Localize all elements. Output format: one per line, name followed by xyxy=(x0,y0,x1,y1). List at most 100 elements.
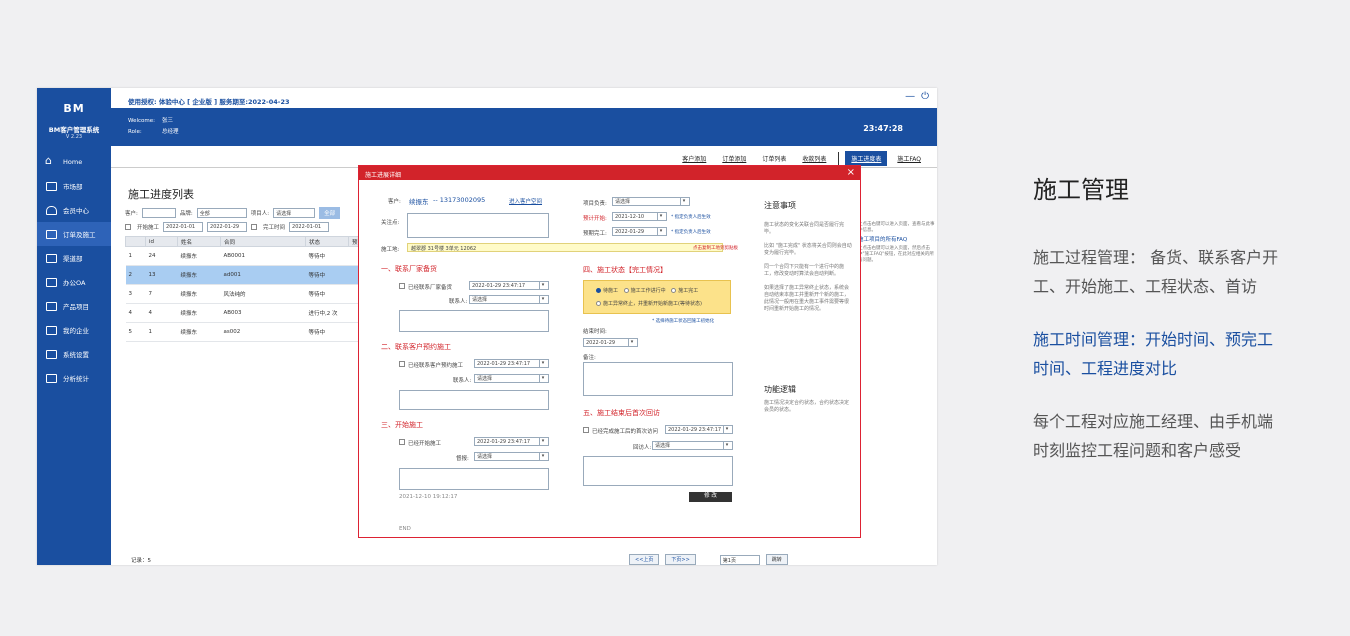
s2-contact-select[interactable]: 请选择 ▾ xyxy=(474,374,549,383)
visitor-label: 回访人: xyxy=(633,445,652,451)
s2-date-select[interactable]: 2022-01-29 23:47:17 ▾ xyxy=(474,359,549,368)
tab-payment-list[interactable]: 收款列表 xyxy=(796,151,832,166)
table-row[interactable]: 1 24 续振东 AB0001 等待中 xyxy=(125,246,365,266)
channel-icon xyxy=(46,253,57,263)
address-field[interactable]: 越翠郡 31号楼 3单元 12062 xyxy=(407,243,723,252)
customer-input[interactable] xyxy=(141,208,176,218)
finish-from-date[interactable]: 2022-01-01 xyxy=(289,222,330,232)
sidebar-item-products[interactable]: 产品项目 xyxy=(37,294,111,318)
sidebar-item-label: 市场部 xyxy=(63,183,83,191)
power-icon[interactable]: ⏻ xyxy=(921,91,929,102)
attention-textarea[interactable] xyxy=(407,213,549,238)
cell-contract: ad001 xyxy=(220,265,306,285)
end-time-select[interactable]: 2022-01-29 ▾ xyxy=(583,338,638,347)
dialog-header: 施工进展详细 × xyxy=(359,166,860,180)
visitor-select[interactable]: 请选择 ▾ xyxy=(652,441,733,450)
sidebar-item-members[interactable]: 会员中心 xyxy=(37,198,111,222)
feature-title: 施工管理 xyxy=(1033,176,1129,204)
table-row[interactable]: 3 7 续振东 风法纯的 等待中 xyxy=(125,284,365,304)
close-icon[interactable]: × xyxy=(847,167,855,178)
enter-customer-space-link[interactable]: 进入客户空间 xyxy=(509,197,542,205)
status-done-option[interactable]: 施工完工 xyxy=(671,288,698,294)
radio-icon xyxy=(623,288,629,293)
save-button[interactable]: 修 改 xyxy=(689,492,732,502)
sidebar-item-company[interactable]: 我的企业 xyxy=(37,318,111,342)
s2-checkbox[interactable] xyxy=(399,361,405,367)
all-button[interactable]: 全部 xyxy=(319,207,341,219)
page-select[interactable]: 第1页 xyxy=(719,554,760,565)
plan-end-select[interactable]: 2022-01-29 ▾ xyxy=(612,227,667,236)
chevron-down-icon: ▾ xyxy=(723,426,730,433)
tab-order-add[interactable]: 订单添加 xyxy=(716,151,752,166)
end-marker: END xyxy=(399,526,411,532)
chevron-down-icon: ▾ xyxy=(539,296,546,303)
sidebar-item-label: 订单及施工 xyxy=(63,231,96,239)
s2-notes-textarea[interactable] xyxy=(399,390,549,410)
manager-label: 项目人: xyxy=(250,211,270,217)
feature-para-mobile: 每个工程对应施工经理、由手机端时刻监控工程问题和客户感受 xyxy=(1033,412,1274,460)
tab-order-list[interactable]: 订单列表 xyxy=(756,151,792,166)
tab-customer-add[interactable]: 客户添加 xyxy=(676,151,712,166)
s3-notes-textarea[interactable] xyxy=(399,468,549,490)
s3-checkbox[interactable] xyxy=(399,439,405,445)
app-window: BM BM客户管理系统 V 2.23 Home 市场部 会员中心 订单及施工 渠… xyxy=(37,88,937,565)
construction-detail-dialog: 施工进展详细 × 客户: 续振东 -- 13173002095 进入客户空间 关… xyxy=(358,165,861,538)
start-to-date[interactable]: 2022-01-29 xyxy=(207,222,248,232)
minimize-icon[interactable]: — xyxy=(905,91,915,102)
status-wait-option[interactable]: 待施工 xyxy=(596,288,618,294)
table-row[interactable]: 4 4 续振东 AB003 进行中,2 次 xyxy=(125,303,365,323)
table-row[interactable]: 2 13 续振东 ad001 等待中 xyxy=(125,265,365,285)
feature-description: 施工管理 施工过程管理： 备货、联系客户开工、开始施工、工程状态、首访 施工时间… xyxy=(1033,170,1283,489)
finish-checkbox[interactable] xyxy=(251,224,258,230)
s1-date-select[interactable]: 2022-01-29 23:47:17 ▾ xyxy=(469,281,549,290)
pm-select[interactable]: 请选择 ▾ xyxy=(612,197,690,206)
s3-date-select[interactable]: 2022-01-29 23:47:17 ▾ xyxy=(474,437,549,446)
sidebar-item-analytics[interactable]: 分析统计 xyxy=(37,366,111,390)
radio-selected-icon xyxy=(596,288,601,293)
pagination: <<上页 下页>> 第1页 跳转 xyxy=(629,554,788,565)
brand-select[interactable]: 全部 xyxy=(196,208,247,218)
cell-id: 13 xyxy=(145,265,178,285)
table-row[interactable]: 5 1 续振东 as002 等待中 xyxy=(125,322,365,342)
sidebar-item-oa[interactable]: 办公OA xyxy=(37,270,111,294)
manager-select[interactable]: 请选择 xyxy=(273,208,316,218)
tab-construction-faq[interactable]: 施工FAQ xyxy=(891,151,927,166)
s1-notes-textarea[interactable] xyxy=(399,310,549,332)
tab-construction-progress[interactable]: 施工进度表 xyxy=(845,151,888,166)
reset-status-link[interactable]: * 选择待施工状态回施工初始化 xyxy=(652,318,714,324)
column-header: 合同 xyxy=(220,236,306,247)
copy-address-link[interactable]: 点击复制工地到剪贴板 xyxy=(693,245,738,251)
section-5-title: 五、施工结束后首次回访 xyxy=(583,409,660,417)
sidebar-item-home[interactable]: Home xyxy=(37,150,111,174)
record-timestamp: 2021-12-10 19:12:17 xyxy=(399,494,458,500)
prev-page-button[interactable]: <<上页 xyxy=(629,554,660,565)
feature-para-process: 施工过程管理： 备货、联系客户开工、开始施工、工程状态、首访 xyxy=(1033,248,1279,296)
jump-button[interactable]: 跳转 xyxy=(765,554,788,565)
home-icon xyxy=(45,154,57,167)
s1-checkbox[interactable] xyxy=(399,283,405,289)
s5-date-select[interactable]: 2022-01-29 23:47:17 ▾ xyxy=(665,425,733,434)
s5-checkbox[interactable] xyxy=(583,427,589,433)
next-page-button[interactable]: 下页>> xyxy=(665,554,696,565)
start-checkbox[interactable] xyxy=(125,224,131,230)
sidebar-item-settings[interactable]: 系统设置 xyxy=(37,342,111,366)
sidebar-item-label: 办公OA xyxy=(63,279,86,287)
sidebar-item-label: 渠道部 xyxy=(63,255,83,263)
sidebar-item-orders[interactable]: 订单及施工 xyxy=(37,222,111,246)
license-text: 使用授权: 体验中心 [ 企业版 ] 服务期至:2022-04-23 xyxy=(128,98,290,106)
sidebar-item-market[interactable]: 市场部 xyxy=(37,174,111,198)
chevron-down-icon: ▾ xyxy=(539,360,546,367)
user-info: Welcome: 张三 Role: 总经理 xyxy=(128,116,179,138)
role-label: Role: xyxy=(128,129,142,135)
start-from-date[interactable]: 2022-01-01 xyxy=(163,222,204,232)
s1-contact-select[interactable]: 请选择 ▾ xyxy=(469,295,549,304)
side-notes: 上点击右键可以进入页面，查看与此事件信息。 施工项目的所有FAQ 上点击右键可以… xyxy=(858,222,937,264)
section-4-title: 四、施工状态【完工情况】 xyxy=(583,266,667,274)
remark-textarea[interactable] xyxy=(583,362,733,396)
status-doing-option[interactable]: 施工工作进行中 xyxy=(623,288,666,294)
sidebar-item-channel[interactable]: 渠道部 xyxy=(37,246,111,270)
status-abnormal-option[interactable]: 施工异常终止，并重新开始新施工(等待状态) xyxy=(596,300,702,307)
s3-crew-select[interactable]: 请选择 ▾ xyxy=(474,452,549,461)
plan-start-select[interactable]: 2021-12-10 ▾ xyxy=(612,212,667,221)
s5-notes-textarea[interactable] xyxy=(583,456,733,486)
